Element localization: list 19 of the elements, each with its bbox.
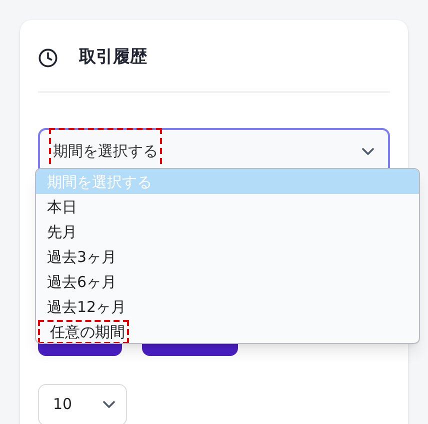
dropdown-option[interactable]: 先月 bbox=[36, 219, 419, 244]
dropdown-option[interactable]: 過去3ヶ月 bbox=[36, 244, 419, 269]
dropdown-option[interactable]: 任意の期間 bbox=[36, 319, 419, 343]
dropdown-option[interactable]: 過去6ヶ月 bbox=[36, 269, 419, 294]
option-label: 本日 bbox=[46, 196, 78, 218]
chevron-down-icon bbox=[361, 146, 375, 156]
option-label: 任意の期間 bbox=[38, 320, 129, 343]
option-label: 期間を選択する bbox=[46, 172, 153, 192]
dropdown-option[interactable]: 過去12ヶ月 bbox=[36, 294, 419, 319]
page-size-value: 10 bbox=[53, 394, 72, 416]
page-size-select[interactable]: 10 bbox=[38, 384, 127, 424]
clock-icon bbox=[38, 48, 58, 68]
option-label: 過去12ヶ月 bbox=[46, 296, 128, 318]
option-label: 先月 bbox=[46, 222, 78, 242]
chevron-down-icon bbox=[102, 400, 116, 409]
dropdown-option[interactable]: 本日 bbox=[36, 194, 419, 219]
option-label: 過去6ヶ月 bbox=[46, 272, 118, 292]
option-label: 過去3ヶ月 bbox=[46, 246, 118, 268]
card-title: 取引履歴 bbox=[79, 46, 147, 69]
